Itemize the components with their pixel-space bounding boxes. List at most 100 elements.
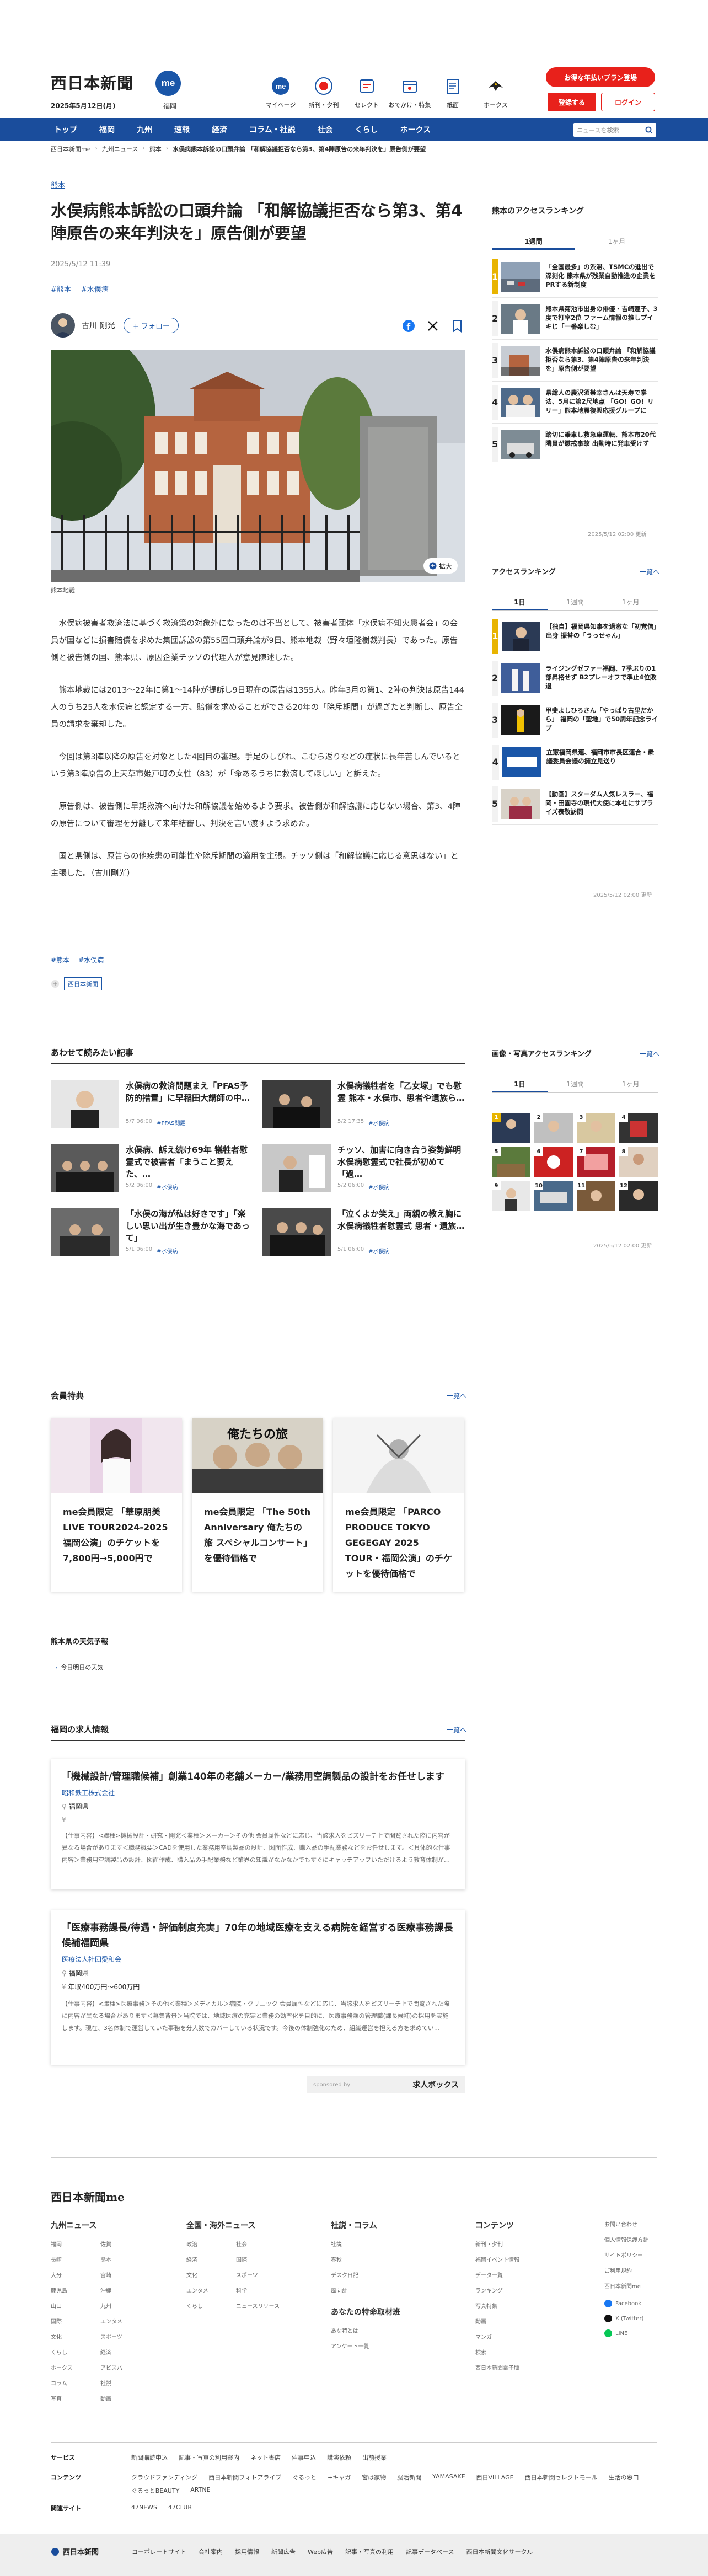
footer-content-link[interactable]: 西日本新聞セレクトモール [525,2473,598,2482]
footer-content-link[interactable]: 西日本新聞フォトアライブ [208,2473,281,2482]
footer-content-link[interactable]: 西日VILLAGE [476,2473,514,2482]
ranking-item[interactable]: 3 水俣病熊本訴訟の口頭弁論 「和解協議拒否なら第3、第4陣原告の来年判決を」原… [492,340,658,382]
member-card[interactable]: me会員限定 「華原朋美LIVE TOUR2024-2025 福岡公演」のチケッ… [51,1418,182,1592]
gnav-item[interactable]: 経済 [201,118,238,141]
footer-related-link[interactable]: 47CLUB [168,2504,192,2513]
image-rank-item[interactable]: 12 [619,1181,658,1211]
footer-link[interactable]: 文化 [51,2332,100,2341]
footer-content-link[interactable]: 宮は家物 [362,2473,386,2482]
footer-link[interactable]: 経済 [186,2255,236,2263]
related-item[interactable]: 水俣病、訴え続け69年 犠牲者慰霊式で被害者「まうこと要えた、… 5/2 06:0… [51,1144,254,1192]
related-tag[interactable]: #水俣病 [157,1182,178,1191]
ranking-item[interactable]: 1 「全国最多」の渋滞、TSMCの進出で深刻化 熊本県が残業自動推進の企業をPR… [492,256,658,298]
related-item[interactable]: 「泣くよか笑え」両親の教え胸に 水俣病犠牲者慰霊式 患者・遺族… 5/1 06:0… [262,1208,465,1256]
breadcrumb-item[interactable]: 九州ニュース [102,144,138,153]
tab-1month[interactable]: 1ヶ月 [575,234,658,250]
footer-link[interactable]: 鹿児島 [51,2286,100,2294]
tag-link[interactable]: #熊本 [51,283,71,294]
gnav-item[interactable]: くらし [344,118,389,141]
weather-item[interactable]: › 今日明日の天気 [55,1663,103,1672]
tab-1week[interactable]: 1週間 [548,1077,603,1092]
footer-link[interactable]: 西日本新聞me [604,2282,648,2290]
image-rank-item[interactable]: 1 [492,1113,530,1143]
breadcrumb-item[interactable]: 熊本 [149,144,162,153]
related-tag[interactable]: #水俣病 [368,1182,389,1191]
footer-link[interactable]: 春秋 [331,2255,400,2263]
footer-link[interactable]: 検索 [475,2348,519,2356]
ranking-item[interactable]: 2 ライジングゼファー福岡、7季ぶりの1部昇格せず B2プレーオフで準止4位敗退 [492,657,658,699]
nav-select[interactable]: セレクト [345,76,388,109]
footer-content-link[interactable]: ぐるっとBEAUTY [131,2486,179,2495]
ranking-item[interactable]: 5 踏切に乗車し救急車運転、熊本市20代隣員が懲戒事故 出勤時に発車受けず [492,424,658,465]
footer-link[interactable]: 福岡 [51,2240,100,2248]
footer-link[interactable]: コラム [51,2379,100,2387]
footer-content-link[interactable]: ARTNE [190,2486,210,2495]
gnav-item[interactable]: 福岡 [88,118,126,141]
related-item[interactable]: 水俣病犠牲者を「乙女塚」でも慰霊 熊本・水俣市、患者や遺族ら… 5/2 17:35… [262,1080,465,1128]
footer-link[interactable]: 個人情報保護方針 [604,2235,648,2243]
footer-bottom-link[interactable]: 採用情報 [235,2547,259,2556]
footer-link[interactable]: 長崎 [51,2255,100,2263]
footer-service-link[interactable]: 出前授業 [362,2453,387,2462]
footer-link[interactable]: 山口 [51,2301,100,2310]
footer-link[interactable]: 熊本 [100,2255,150,2263]
footer-bottom-logo[interactable]: 西日本新聞 [63,2546,99,2557]
facebook-link[interactable]: Facebook [604,2300,648,2307]
footer-link[interactable]: アンケート一覧 [331,2342,400,2350]
nav-outing[interactable]: おでかけ・特集 [388,76,431,109]
tab-1day[interactable]: 1日 [492,595,548,610]
more-link[interactable]: 一覧へ [447,1725,466,1734]
me-badge[interactable]: me [155,71,181,96]
footer-link[interactable]: 社会 [236,2240,286,2248]
footer-link[interactable]: アビスパ [100,2363,150,2371]
login-button[interactable]: ログイン [601,93,655,111]
follow-button[interactable]: + フォロー [124,318,179,333]
tab-1week[interactable]: 1週間 [492,234,575,250]
image-rank-item[interactable]: 5 [492,1147,530,1177]
footer-link[interactable]: 佐賀 [100,2240,150,2248]
site-logo[interactable]: 西日本新聞 [51,71,133,94]
footer-bottom-link[interactable]: コーポレートサイト [132,2547,186,2556]
avatar[interactable] [51,313,75,338]
footer-link[interactable]: ご利用規約 [604,2266,648,2274]
register-button[interactable]: 登録する [548,93,596,111]
tab-1day[interactable]: 1日 [492,1077,548,1092]
author-name[interactable]: 古川 剛光 [82,320,115,331]
footer-content-link[interactable]: 脳活新聞 [397,2473,421,2482]
footer-related-link[interactable]: 47NEWS [131,2504,157,2513]
footer-service-link[interactable]: 催事申込 [292,2453,316,2462]
footer-link[interactable]: 写真特集 [475,2301,519,2310]
footer-link[interactable]: ニュースリリース [236,2301,286,2310]
footer-link[interactable]: 写真 [51,2394,100,2402]
article-photo[interactable] [51,350,465,582]
footer-content-link[interactable]: クラウドファンディング [131,2473,197,2482]
gnav-item[interactable]: トップ [43,118,88,141]
footer-link[interactable]: 動画 [100,2394,150,2402]
sponsor-bar[interactable]: sponsored by 求人ボックス [307,2076,465,2093]
image-rank-item[interactable]: 7 [577,1147,615,1177]
footer-link[interactable]: 経済 [100,2348,150,2356]
nav-mypage[interactable]: me マイページ [259,76,302,109]
tab-1month[interactable]: 1ヶ月 [603,595,658,610]
footer-link[interactable]: 西日本新聞電子版 [475,2363,519,2371]
related-item[interactable]: 「水俣の海が私は好きです」「楽しい思い出が生き豊かな海であって」 5/1 06:0… [51,1208,254,1256]
image-rank-item[interactable]: 6 [534,1147,573,1177]
footer-link[interactable]: 宮崎 [100,2270,150,2279]
x-link[interactable]: X (Twitter) [604,2315,648,2322]
footer-link[interactable]: 国際 [236,2255,286,2263]
related-tag[interactable]: #水俣病 [368,1246,389,1255]
footer-link[interactable]: 福岡イベント情報 [475,2255,519,2263]
footer-link[interactable]: エンタメ [100,2317,150,2325]
footer-bottom-link[interactable]: 新聞広告 [271,2547,296,2556]
related-tag[interactable]: #水俣病 [157,1246,178,1255]
gnav-item[interactable]: 社会 [307,118,344,141]
header-area[interactable]: 福岡 [163,101,176,110]
footer-link[interactable]: ランキング [475,2286,519,2294]
nav-paper[interactable]: 紙面 [431,76,474,109]
article-category[interactable]: 熊本 [51,179,65,190]
image-rank-item[interactable]: 11 [577,1181,615,1211]
job-card[interactable]: 「医療事務課長/待遇・評価制度充実」70年の地域医療を支える病院を経営する医療事… [51,1910,465,2065]
promo-button[interactable]: お得な年払いプラン登場 [546,67,655,87]
image-rank-item[interactable]: 10 [534,1181,573,1211]
image-rank-item[interactable]: 8 [619,1147,658,1177]
